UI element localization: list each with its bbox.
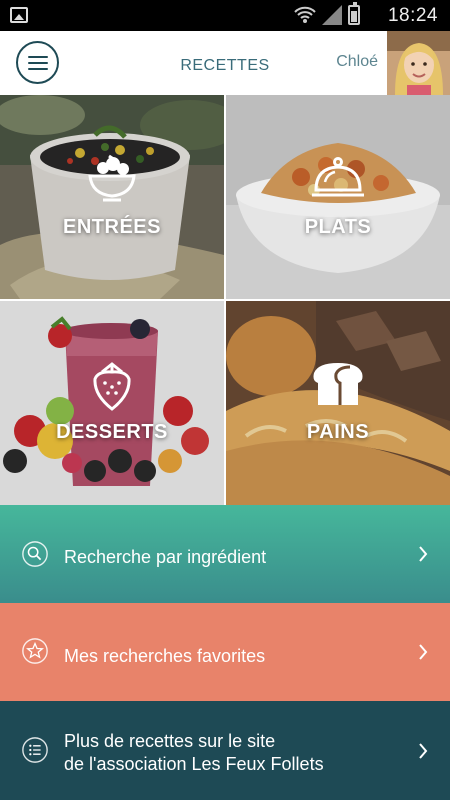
status-time: 18:24 [387, 5, 438, 26]
bread-loaf-icon [313, 363, 363, 405]
more-recipes-label: Plus de recettes sur le site de l'associ… [64, 730, 324, 776]
user-name[interactable]: Chloé [336, 53, 378, 71]
star-icon [22, 638, 48, 664]
chevron-right-icon [419, 546, 428, 562]
ingredient-search-label: Recherche par ingrédient [64, 547, 267, 567]
signal-icon [322, 5, 342, 25]
menu-icon-bar [27, 55, 48, 58]
tile-entrees[interactable]: ENTRÉES [0, 95, 224, 299]
status-icons [294, 2, 360, 25]
favorite-searches-row[interactable]: Mes recherches favorites [0, 603, 450, 701]
cloche-icon [312, 157, 364, 197]
ingredient-search-row[interactable]: Recherche par ingrédient [0, 505, 450, 603]
tile-label: DESSERTS [56, 421, 168, 443]
tile-label: PAINS [306, 421, 370, 443]
tile-pains[interactable]: PAINS [226, 301, 450, 505]
strawberry-icon [93, 362, 131, 411]
app-header: RECETTES Chloé [0, 31, 450, 95]
wifi-icon [294, 6, 316, 23]
tile-desserts[interactable]: DESSERTS [0, 301, 224, 505]
menu-icon-bar [27, 67, 48, 70]
more-recipes-row[interactable]: Plus de recettes sur le site de l'associ… [0, 701, 450, 800]
chevron-right-icon [419, 743, 428, 759]
avatar[interactable] [387, 31, 450, 95]
list-icon [22, 737, 48, 763]
menu-button[interactable] [16, 41, 59, 84]
tile-label: PLATS [304, 216, 372, 238]
more-recipes-line1: Plus de recettes sur le site [64, 731, 276, 751]
category-grid: ENTRÉES PLATS DESSERTS PAINS [0, 95, 450, 505]
menu-icon-bar [27, 61, 48, 64]
battery-icon [348, 2, 360, 25]
chevron-right-icon [419, 644, 428, 660]
salad-bowl-icon [88, 154, 136, 202]
more-recipes-line2: de l'association Les Feux Follets [64, 754, 324, 774]
search-icon [22, 541, 48, 567]
status-bar: 18:24 [0, 0, 450, 31]
favorite-searches-label: Mes recherches favorites [64, 646, 266, 666]
gallery-notification-icon [10, 7, 28, 23]
page-title: RECETTES [180, 57, 270, 74]
tile-label: ENTRÉES [63, 216, 161, 238]
tile-plats[interactable]: PLATS [226, 95, 450, 299]
